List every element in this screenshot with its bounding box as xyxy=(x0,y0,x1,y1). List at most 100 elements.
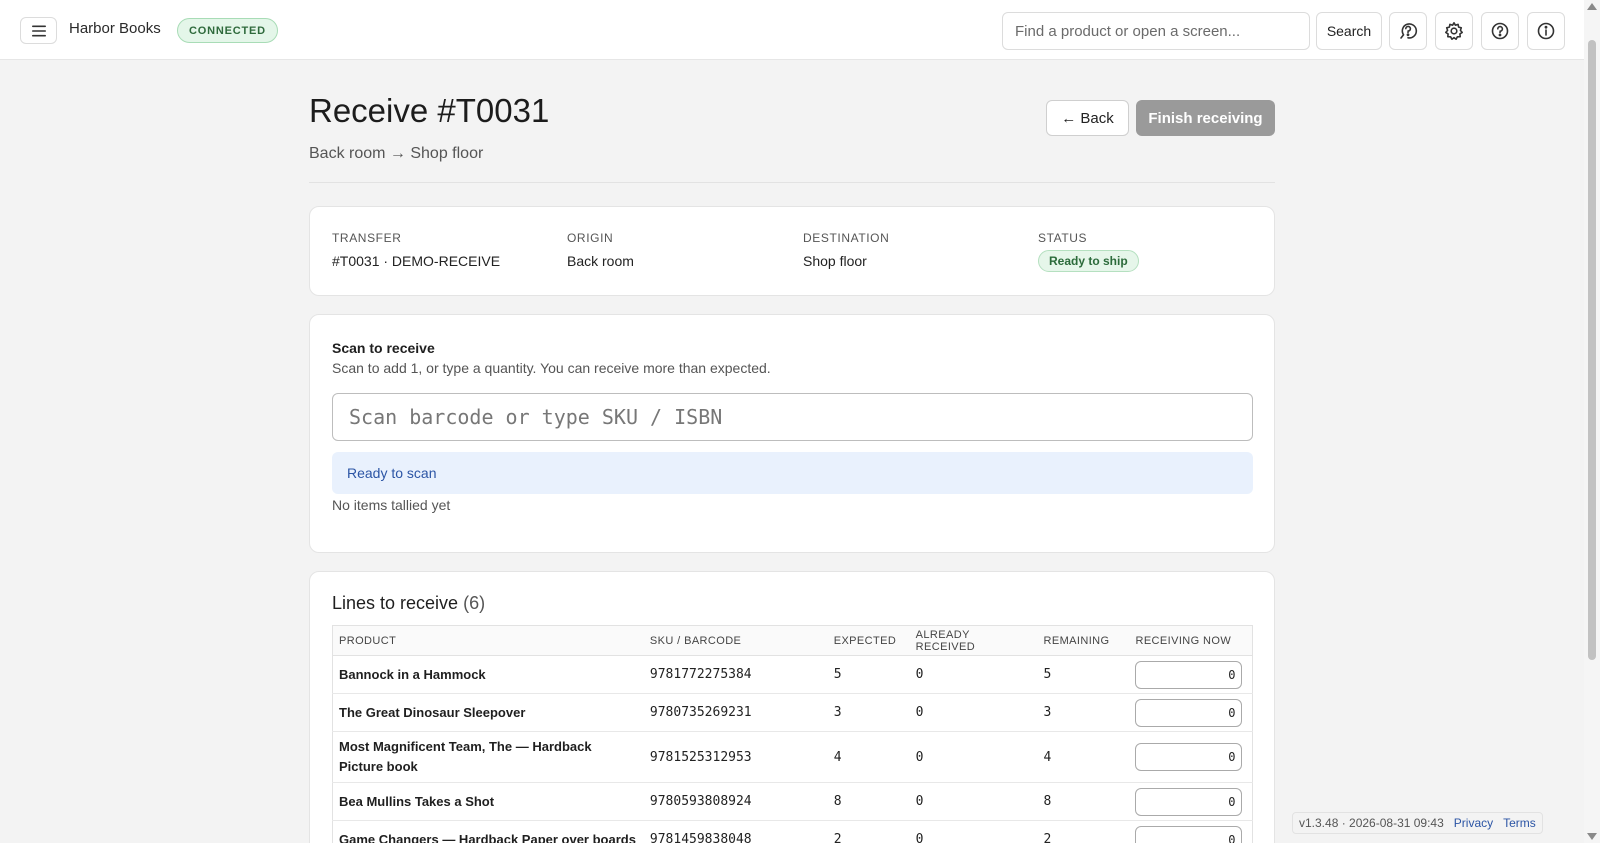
receiving-now-cell xyxy=(1129,731,1253,783)
terms-link[interactable]: Terms xyxy=(1503,816,1536,830)
page-scrollbar[interactable] xyxy=(1584,0,1600,843)
origin-label: ORIGIN xyxy=(567,231,614,245)
barcode-scan-input[interactable] xyxy=(332,393,1253,441)
receiving-now-input[interactable] xyxy=(1135,660,1243,689)
menu-icon xyxy=(31,25,46,36)
scan-status-text: Ready to scan xyxy=(347,465,437,481)
brand-name: Harbor Books xyxy=(69,20,161,37)
header-divider xyxy=(309,182,1275,183)
help-icon xyxy=(1491,22,1509,40)
support-button[interactable] xyxy=(1389,12,1427,50)
receiving-now-cell xyxy=(1129,693,1253,732)
search-button[interactable]: Search xyxy=(1316,12,1382,50)
info-button[interactable] xyxy=(1527,12,1565,50)
scan-status-banner: Ready to scan xyxy=(332,452,1253,494)
table-header-row: PRODUCT SKU / BARCODE EXPECTED ALREADY R… xyxy=(332,625,1253,656)
settings-button[interactable] xyxy=(1435,12,1473,50)
product-name: Bea Mullins Takes a Shot xyxy=(332,782,644,821)
remaining-qty: 3 xyxy=(1037,693,1130,732)
help-button[interactable] xyxy=(1481,12,1519,50)
sku-barcode: 9780735269231 xyxy=(643,693,828,732)
scan-title: Scan to receive xyxy=(332,340,435,356)
status-label: STATUS xyxy=(1038,231,1088,245)
table-row: The Great Dinosaur Sleepover 97807352692… xyxy=(332,693,1253,732)
connection-badge: CONNECTED xyxy=(177,18,278,43)
page-subtitle: Back room → Shop floor xyxy=(309,145,484,162)
destination-field: DESTINATION Shop floor xyxy=(803,231,889,269)
scroll-up-arrow-icon[interactable] xyxy=(1587,3,1597,10)
receiving-now-input[interactable] xyxy=(1135,743,1243,771)
sku-barcode: 9781525312953 xyxy=(643,731,828,783)
product-name: Bannock in a Hammock xyxy=(332,655,644,694)
scan-card: Scan to receive Scan to add 1, or type a… xyxy=(309,314,1275,553)
finish-receiving-button[interactable]: Finish receiving xyxy=(1136,100,1275,136)
lines-title-text: Lines to receive xyxy=(332,593,459,613)
column-header-expected: EXPECTED xyxy=(827,625,910,656)
receiving-now-input[interactable] xyxy=(1135,787,1243,816)
lines-title: Lines to receive (6) xyxy=(332,593,485,614)
version-text: v1.3.48 · 2026-08-31 09:43 xyxy=(1299,816,1444,830)
top-bar: Harbor Books CONNECTED Search xyxy=(0,0,1584,60)
scroll-down-arrow-icon[interactable] xyxy=(1587,833,1597,840)
column-header-already-received: ALREADY RECEIVED xyxy=(909,625,1038,656)
remaining-qty: 2 xyxy=(1037,820,1130,843)
lines-card: Lines to receive (6) PRODUCT SKU / BARCO… xyxy=(309,571,1275,843)
column-header-product: PRODUCT xyxy=(332,625,644,656)
gear-icon xyxy=(1445,22,1463,40)
already-received-qty: 0 xyxy=(909,782,1038,821)
sku-barcode: 9780593808924 xyxy=(643,782,828,821)
transfer-info-card: TRANSFER #T0031 · DEMO-RECEIVE ORIGIN Ba… xyxy=(309,206,1275,296)
receiving-now-cell xyxy=(1129,782,1253,821)
expected-qty: 2 xyxy=(827,820,910,843)
already-received-qty: 0 xyxy=(909,655,1038,694)
already-received-qty: 0 xyxy=(909,731,1038,783)
status-field: STATUS Ready to ship xyxy=(1038,231,1139,272)
already-received-qty: 0 xyxy=(909,693,1038,732)
origin-field: ORIGIN Back room xyxy=(567,231,634,269)
remaining-qty: 5 xyxy=(1037,655,1130,694)
version-footer: v1.3.48 · 2026-08-31 09:43 Privacy Terms xyxy=(1292,812,1543,834)
global-search-input[interactable] xyxy=(1002,12,1310,50)
info-icon xyxy=(1537,22,1555,40)
column-header-receiving-now: RECEIVING NOW xyxy=(1129,625,1253,656)
table-row: Most Magnificent Team, The — Hardback Pi… xyxy=(332,731,1253,783)
expected-qty: 3 xyxy=(827,693,910,732)
status-badge: Ready to ship xyxy=(1038,250,1139,272)
product-name: The Great Dinosaur Sleepover xyxy=(332,693,644,732)
table-row: Bea Mullins Takes a Shot 9780593808924 8… xyxy=(332,782,1253,821)
column-header-remaining: REMAINING xyxy=(1037,625,1130,656)
back-button[interactable]: ← Back xyxy=(1046,100,1129,136)
table-row: Game Changers — Hardback Paper over boar… xyxy=(332,820,1253,843)
support-icon xyxy=(1400,23,1418,39)
receiving-now-cell xyxy=(1129,820,1253,843)
expected-qty: 5 xyxy=(827,655,910,694)
lines-count: (6) xyxy=(463,593,486,613)
receiving-now-input[interactable] xyxy=(1135,825,1243,843)
remaining-qty: 8 xyxy=(1037,782,1130,821)
destination-value: Shop floor xyxy=(803,253,867,269)
origin-value: Back room xyxy=(567,253,634,269)
product-name: Most Magnificent Team, The — Hardback Pi… xyxy=(332,731,644,783)
page-title: Receive #T0031 xyxy=(309,92,550,129)
receiving-now-input[interactable] xyxy=(1135,698,1243,727)
product-name: Game Changers — Hardback Paper over boar… xyxy=(332,820,644,843)
privacy-link[interactable]: Privacy xyxy=(1454,816,1493,830)
expected-qty: 4 xyxy=(827,731,910,783)
already-received-qty: 0 xyxy=(909,820,1038,843)
expected-qty: 8 xyxy=(827,782,910,821)
tally-summary: No items tallied yet xyxy=(332,497,451,513)
table-row: Bannock in a Hammock 9781772275384 5 0 5 xyxy=(332,655,1253,694)
sku-barcode: 9781772275384 xyxy=(643,655,828,694)
receiving-now-cell xyxy=(1129,655,1253,694)
transfer-label: TRANSFER xyxy=(332,231,402,245)
remaining-qty: 4 xyxy=(1037,731,1130,783)
menu-button[interactable] xyxy=(20,17,57,44)
transfer-value: #T0031 · DEMO-RECEIVE xyxy=(332,253,501,269)
lines-table: PRODUCT SKU / BARCODE EXPECTED ALREADY R… xyxy=(332,625,1253,843)
column-header-sku: SKU / BARCODE xyxy=(643,625,828,656)
sku-barcode: 9781459838048 xyxy=(643,820,828,843)
destination-label: DESTINATION xyxy=(803,231,890,245)
scroll-thumb[interactable] xyxy=(1588,40,1596,660)
scan-help-text: Scan to add 1, or type a quantity. You c… xyxy=(332,360,771,376)
transfer-field: TRANSFER #T0031 · DEMO-RECEIVE xyxy=(332,231,500,269)
